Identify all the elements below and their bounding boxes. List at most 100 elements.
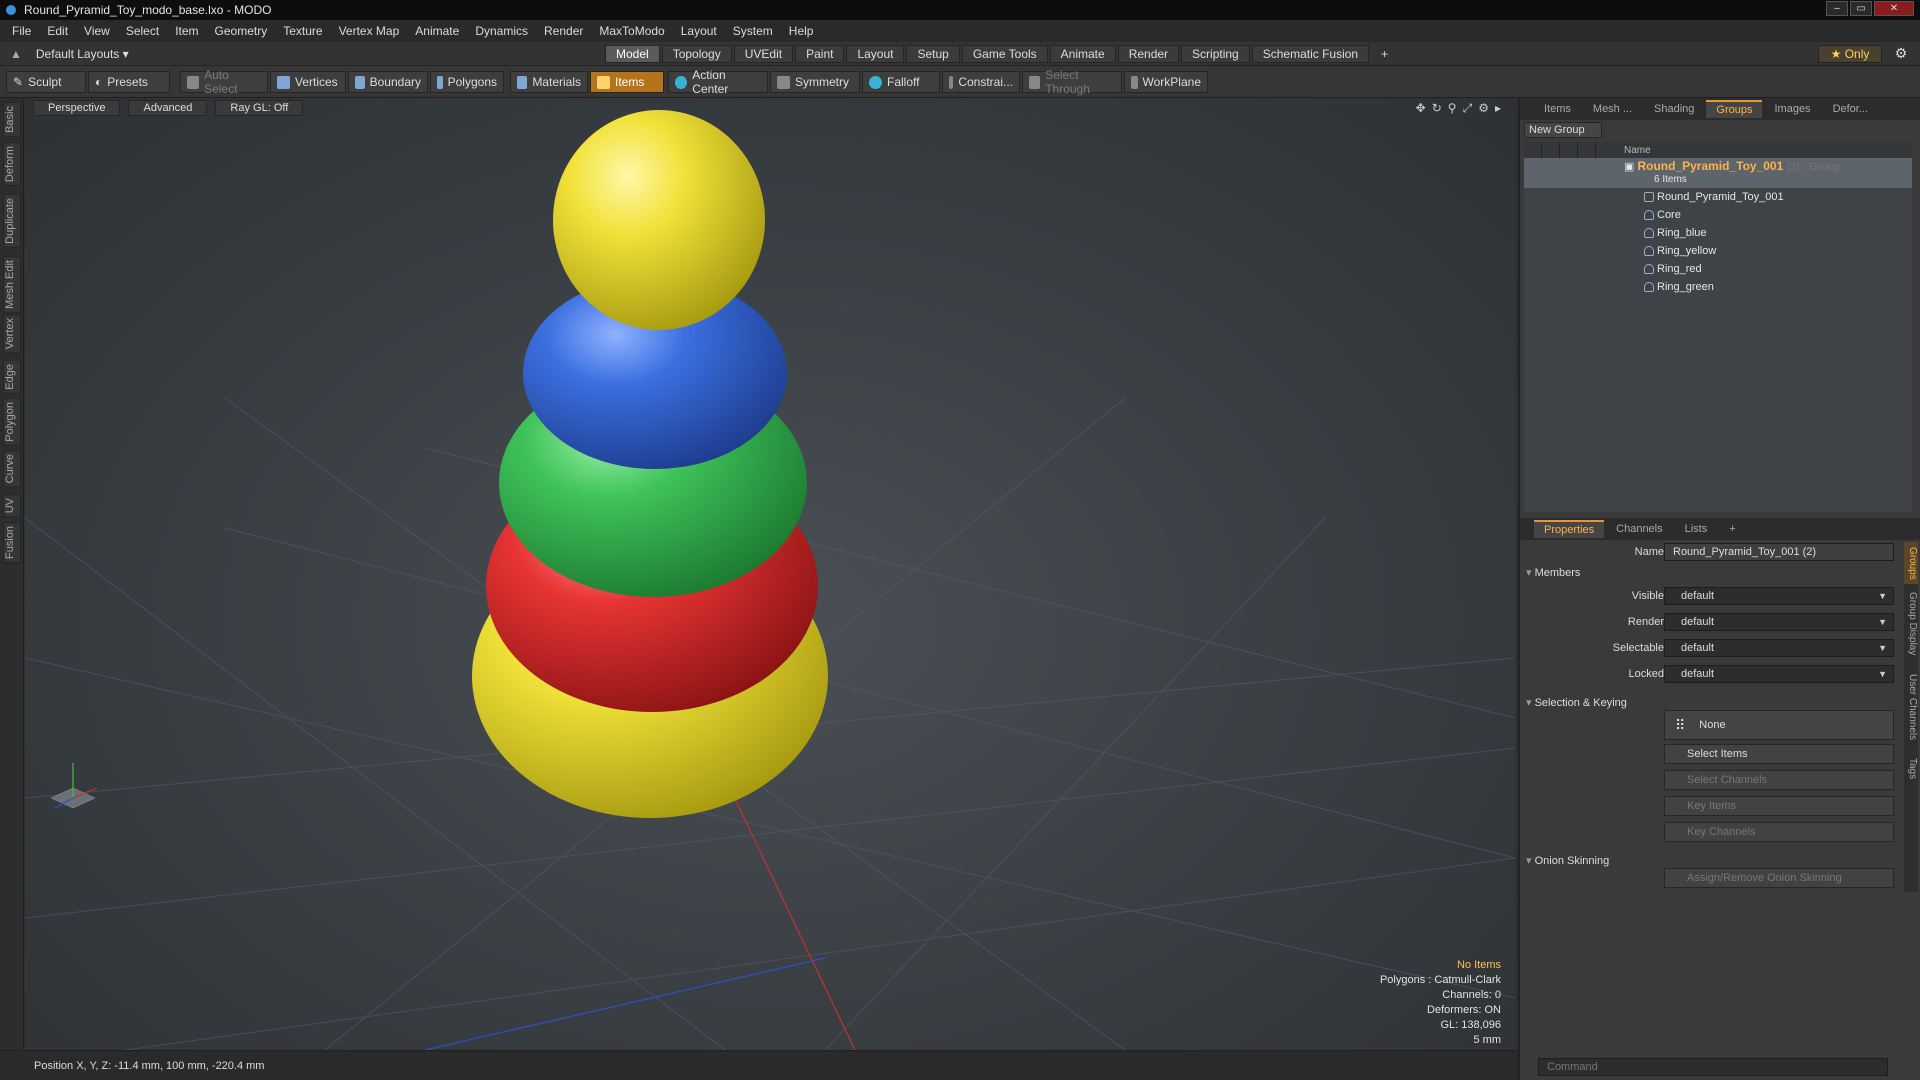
menu-view[interactable]: View	[76, 24, 118, 38]
shading-advanced-button[interactable]: Advanced	[128, 100, 208, 116]
menu-geometry[interactable]: Geometry	[207, 24, 276, 38]
render-dropdown[interactable]: default ▼	[1664, 613, 1894, 631]
tab-fusion[interactable]: Fusion	[3, 522, 21, 564]
none-button[interactable]: ⠿ None	[1664, 710, 1894, 740]
viewport-settings-icon[interactable]: ⚙	[1478, 101, 1489, 116]
tab-layout[interactable]: Layout	[846, 45, 905, 63]
falloff-button[interactable]: Falloff	[862, 71, 940, 93]
select-channels-button[interactable]: Select Channels	[1664, 770, 1894, 790]
yellow-top-ball[interactable]	[553, 110, 765, 330]
workplane-button[interactable]: WorkPlane	[1124, 71, 1208, 93]
items-button[interactable]: Items	[590, 71, 664, 93]
tab-mesh-edit[interactable]: Mesh Edit	[3, 256, 21, 313]
tab-deformers[interactable]: Defor...	[1823, 100, 1878, 118]
constrain-button[interactable]: Constrai...	[942, 71, 1020, 93]
side-tab-tags[interactable]: Tags	[1904, 752, 1918, 786]
tab-duplicate[interactable]: Duplicate	[3, 194, 21, 248]
members-section[interactable]: Members	[1526, 566, 1581, 579]
tab-uvedit[interactable]: UVEdit	[733, 45, 794, 63]
menu-file[interactable]: File	[4, 24, 39, 38]
list-item[interactable]: Core	[1524, 206, 1912, 224]
onion-skinning-button[interactable]: Assign/Remove Onion Skinning	[1664, 868, 1894, 888]
menu-edit[interactable]: Edit	[39, 24, 76, 38]
menu-animate[interactable]: Animate	[407, 24, 467, 38]
add-tab-button[interactable]: +	[1371, 45, 1398, 63]
viewport-menu-icon[interactable]: ▸	[1495, 101, 1501, 116]
select-items-button[interactable]: Select Items	[1664, 744, 1894, 764]
boundary-button[interactable]: Boundary	[348, 71, 428, 93]
symmetry-button[interactable]: Symmetry	[770, 71, 860, 93]
gear-icon[interactable]: ⚙	[1892, 45, 1910, 63]
tab-polygon[interactable]: Polygon	[3, 398, 21, 446]
new-group-button[interactable]: New Group	[1524, 122, 1602, 138]
polygons-button[interactable]: Polygons	[430, 71, 504, 93]
menu-dynamics[interactable]: Dynamics	[467, 24, 536, 38]
menu-layout[interactable]: Layout	[673, 24, 725, 38]
name-field[interactable]: Round_Pyramid_Toy_001 (2)	[1664, 543, 1894, 561]
key-items-button[interactable]: Key Items	[1664, 796, 1894, 816]
tab-properties[interactable]: Properties	[1534, 520, 1605, 538]
menu-maxtomodo[interactable]: MaxToModo	[591, 24, 672, 38]
onion-skinning-section[interactable]: Onion Skinning	[1526, 854, 1610, 867]
tab-paint[interactable]: Paint	[795, 45, 845, 63]
tab-items[interactable]: Items	[1534, 100, 1581, 118]
auto-select-button[interactable]: Auto Select	[180, 68, 268, 96]
select-col-icon[interactable]	[1560, 142, 1578, 158]
tab-vertex[interactable]: Vertex	[3, 314, 21, 354]
selection-keying-section[interactable]: Selection & Keying	[1526, 696, 1627, 709]
add-panel-tab-button[interactable]: +	[1719, 520, 1745, 538]
view-perspective-button[interactable]: Perspective	[33, 100, 121, 116]
selectable-dropdown[interactable]: default ▼	[1664, 639, 1894, 657]
locked-dropdown[interactable]: default ▼	[1664, 665, 1894, 683]
tab-groups[interactable]: Groups	[1706, 100, 1763, 118]
action-center-button[interactable]: Action Center	[668, 68, 768, 96]
visible-dropdown[interactable]: default ▼	[1664, 587, 1894, 605]
menu-render[interactable]: Render	[536, 24, 591, 38]
menu-texture[interactable]: Texture	[275, 24, 330, 38]
group-row[interactable]: ▣ Round_Pyramid_Toy_001 (2) : Group 6 It…	[1524, 158, 1912, 188]
vertices-button[interactable]: Vertices	[270, 71, 346, 93]
tab-edge[interactable]: Edge	[3, 360, 21, 394]
tab-topology[interactable]: Topology	[661, 45, 732, 63]
side-tab-group-display[interactable]: Group Display	[1904, 586, 1918, 662]
tab-curve[interactable]: Curve	[3, 450, 21, 488]
tab-scripting[interactable]: Scripting	[1181, 45, 1250, 63]
maximize-button[interactable]: ▭	[1850, 1, 1872, 16]
materials-button[interactable]: Materials	[510, 71, 588, 93]
visibility-col-icon[interactable]	[1524, 142, 1542, 158]
move-view-icon[interactable]: ✥	[1416, 101, 1426, 116]
list-item[interactable]: Round_Pyramid_Toy_001	[1524, 188, 1912, 206]
list-item[interactable]: Ring_red	[1524, 260, 1912, 278]
side-tab-groups[interactable]: Groups	[1904, 542, 1918, 584]
maximize-view-icon[interactable]: ⤢	[1463, 101, 1473, 116]
3d-viewport[interactable]: Perspective Advanced Ray GL: Off ✥ ↻ ⚲ ⤢…	[25, 98, 1515, 1050]
only-button[interactable]: ★ Only	[1818, 45, 1882, 63]
menu-select[interactable]: Select	[118, 24, 167, 38]
menu-system[interactable]: System	[725, 24, 781, 38]
tab-animate[interactable]: Animate	[1049, 45, 1116, 63]
minimize-button[interactable]: –	[1826, 1, 1848, 16]
select-through-button[interactable]: Select Through	[1022, 68, 1122, 96]
lock-col-icon[interactable]	[1578, 142, 1596, 158]
pin-icon[interactable]: ▲	[10, 47, 22, 61]
presets-button[interactable]: ◐ Presets	[88, 71, 170, 93]
key-channels-button[interactable]: Key Channels	[1664, 822, 1894, 842]
render-col-icon[interactable]	[1542, 142, 1560, 158]
list-item[interactable]: Ring_blue	[1524, 224, 1912, 242]
sculpt-button[interactable]: ✎ Sculpt	[6, 71, 86, 93]
tab-images[interactable]: Images	[1764, 100, 1820, 118]
rotate-view-icon[interactable]: ↻	[1432, 101, 1442, 116]
side-tab-user-channels[interactable]: User Channels	[1904, 664, 1918, 750]
list-item[interactable]: Ring_yellow	[1524, 242, 1912, 260]
tab-shading[interactable]: Shading	[1644, 100, 1704, 118]
layouts-dropdown[interactable]: ▲ Default Layouts ▾	[0, 42, 129, 66]
tab-uv[interactable]: UV	[3, 494, 21, 518]
tab-render[interactable]: Render	[1117, 45, 1180, 63]
tab-lists[interactable]: Lists	[1675, 520, 1718, 538]
list-item[interactable]: Ring_green	[1524, 278, 1912, 296]
tab-schematic-fusion[interactable]: Schematic Fusion	[1251, 45, 1370, 63]
tab-basic[interactable]: Basic	[3, 102, 21, 137]
tab-deform[interactable]: Deform	[3, 142, 21, 187]
raygl-button[interactable]: Ray GL: Off	[215, 100, 304, 116]
zoom-view-icon[interactable]: ⚲	[1448, 101, 1457, 116]
